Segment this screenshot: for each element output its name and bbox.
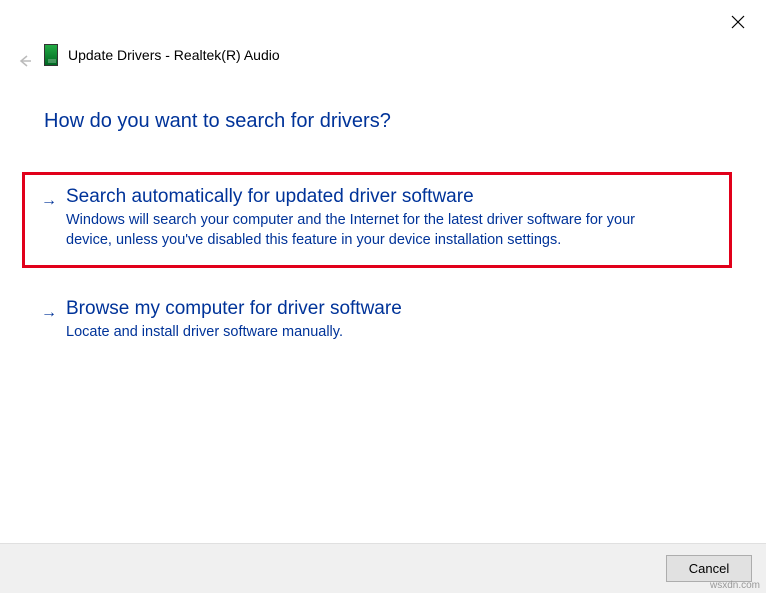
close-icon [731,15,745,29]
arrow-right-icon: → [40,193,58,209]
dialog-title: Update Drivers - Realtek(R) Audio [68,47,280,63]
close-button[interactable] [728,12,748,32]
option-description: Locate and install driver software manua… [66,323,656,343]
arrow-left-icon [18,54,32,68]
options-list: → Search automatically for updated drive… [22,172,732,377]
device-icon [44,44,58,66]
option-title: Browse my computer for driver software [66,298,402,320]
option-description: Windows will search your computer and th… [66,211,656,250]
arrow-right-icon: → [40,305,58,321]
option-browse-computer[interactable]: → Browse my computer for driver software… [22,284,732,361]
option-search-automatically[interactable]: → Search automatically for updated drive… [22,172,732,268]
cancel-button[interactable]: Cancel [666,555,752,582]
option-title: Search automatically for updated driver … [66,186,474,208]
dialog-prompt: How do you want to search for drivers? [44,110,391,133]
watermark: wsxdn.com [710,580,760,591]
dialog-footer: Cancel [0,543,766,593]
back-button [14,50,36,72]
dialog-header: Update Drivers - Realtek(R) Audio [44,44,280,66]
